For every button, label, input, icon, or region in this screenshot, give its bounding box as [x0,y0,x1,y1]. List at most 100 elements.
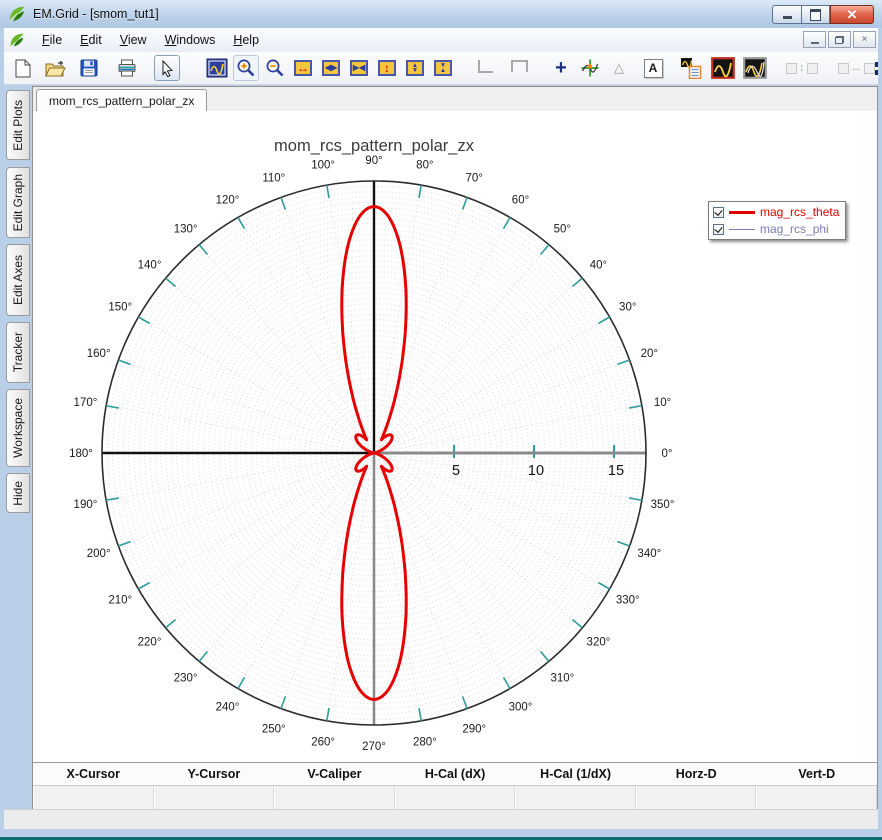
toggle-legend-button[interactable] [678,55,704,81]
svg-text:180°: 180° [69,448,93,460]
spacer-box-icon [864,63,875,74]
side-tab-strip: Edit Plots Edit Graph Edit Axes Tracker Work… [4,86,32,810]
legend-checkbox-mag_rcs_theta[interactable] [713,207,724,218]
cursor-col-x-cursor: X-Cursor [33,767,154,781]
svg-text:0°: 0° [662,448,673,460]
sidebar-tab-edit-plots[interactable]: Edit Plots [6,90,30,160]
expand-y-icon: ▲▼ [406,60,424,76]
cursor-col-y-cursor: Y-Cursor [154,767,275,781]
new-file-icon [15,59,31,78]
close-icon: ✕ [847,8,858,21]
axes-corner-1-button[interactable] [472,55,498,81]
menu-help[interactable]: Help [224,30,268,50]
svg-text:100°: 100° [311,159,335,171]
window-title: EM.Grid - [smom_tut1] [33,7,159,21]
legend-checkbox-mag_rcs_phi[interactable] [713,224,724,235]
legend-label: mag_rcs_phi [760,222,829,236]
document-logo-icon [9,32,25,48]
single-graph-button[interactable] [710,55,736,81]
caliper-button[interactable]: △ [606,55,632,81]
maximize-button[interactable] [802,5,830,24]
compress-y-button[interactable]: ▼▲ [430,55,456,81]
zoom-out-button[interactable] [262,55,288,81]
cursor-value-cell [395,786,516,809]
sidebar-tab-edit-axes[interactable]: Edit Axes [6,244,30,316]
legend-entry-mag_rcs_theta: mag_rcs_theta [713,205,839,219]
menu-file[interactable]: File [33,30,71,50]
full-scale-y-icon: ↕ [378,60,396,76]
svg-text:160°: 160° [87,348,111,360]
child-close-button[interactable]: × [853,31,876,48]
cursor-value-cell [636,786,757,809]
legend-line-sample [729,229,755,230]
chart-title: mom_rcs_pattern_polar_zx [274,137,475,155]
close-button[interactable]: ✕ [830,5,874,24]
svg-text:350°: 350° [651,499,675,511]
add-text-button[interactable]: A [640,55,666,81]
legend-line-sample [729,211,755,214]
add-marker-button[interactable]: + [548,55,574,81]
full-scale-y-button[interactable]: ↕ [374,55,400,81]
polar-plot-canvas[interactable]: 510150°10°20°30°40°50°60°70°80°90°100°11… [33,111,877,739]
status-bar [4,809,878,829]
print-button[interactable] [114,55,140,81]
layout-button[interactable]: Layout [875,61,879,75]
child-close-icon: × [862,34,868,45]
open-file-button[interactable] [42,55,68,81]
svg-text:20°: 20° [641,348,658,360]
v-spacing-button: ↕ [786,55,818,81]
new-file-button[interactable] [10,55,36,81]
svg-text:170°: 170° [74,397,98,409]
cursor-value-cell [515,786,636,809]
single-graph-icon [711,57,735,79]
toolbar: ↔◀▶▶◀↕▲▼▼▲+△A↕↔Layout [4,52,878,85]
cursor-value-cell [33,786,154,809]
expand-x-button[interactable]: ◀▶ [318,55,344,81]
svg-text:5: 5 [452,463,460,479]
zoom-in-button[interactable] [233,55,259,81]
document-area: mom_rcs_pattern_polar_zx 510150°10°20°30… [32,86,878,810]
svg-text:340°: 340° [637,548,661,560]
cursor-col-h-cal-1-dx-: H-Cal (1/dX) [515,767,636,781]
sidebar-tab-label: Edit Graph [11,174,25,231]
axes-corner-2-icon [511,60,528,72]
multi-graph-button[interactable] [742,55,768,81]
sidebar-tab-workspace[interactable]: Workspace [6,389,30,467]
legend-label: mag_rcs_theta [760,205,839,219]
save-button[interactable] [76,55,102,81]
svg-text:290°: 290° [462,723,486,735]
compress-x-button[interactable]: ▶◀ [346,55,372,81]
svg-text:60°: 60° [512,194,529,206]
menu-windows[interactable]: Windows [156,30,225,50]
expand-x-icon: ◀▶ [322,60,340,76]
menu-edit[interactable]: Edit [71,30,111,50]
sidebar-tab-edit-graph[interactable]: Edit Graph [6,167,30,238]
child-restore-button[interactable] [828,31,851,48]
svg-text:280°: 280° [413,737,437,749]
svg-text:80°: 80° [416,159,433,171]
add-text-icon: A [644,59,663,78]
svg-text:200°: 200° [87,548,111,560]
zoom-window-button[interactable] [204,55,230,81]
cursor-table-values [33,785,877,809]
full-scale-x-button[interactable]: ↔ [290,55,316,81]
child-minimize-button[interactable] [803,31,826,48]
zoom-in-icon [236,58,256,78]
svg-text:15: 15 [608,463,624,479]
sidebar-tab-label: Edit Plots [11,100,25,151]
cursor-value-cell [756,786,877,809]
sidebar-tab-hide[interactable]: Hide [6,473,30,513]
minimize-button[interactable] [772,5,802,24]
svg-text:10: 10 [528,463,544,479]
menu-bar: FileEditViewWindowsHelp × [4,28,878,53]
h-spacing-button: ↔ [838,55,875,81]
tab-mom-rcs-pattern-polar-zx[interactable]: mom_rcs_pattern_polar_zx [36,89,207,111]
menu-view[interactable]: View [111,30,156,50]
tracker-button[interactable] [577,55,603,81]
sidebar-tab-tracker[interactable]: Tracker [6,322,30,383]
expand-y-button[interactable]: ▲▼ [402,55,428,81]
cursor-col-h-cal-dx-: H-Cal (dX) [395,767,516,781]
axes-corner-2-button[interactable] [506,55,532,81]
select-pointer-button[interactable] [154,55,180,81]
svg-text:210°: 210° [108,595,132,607]
